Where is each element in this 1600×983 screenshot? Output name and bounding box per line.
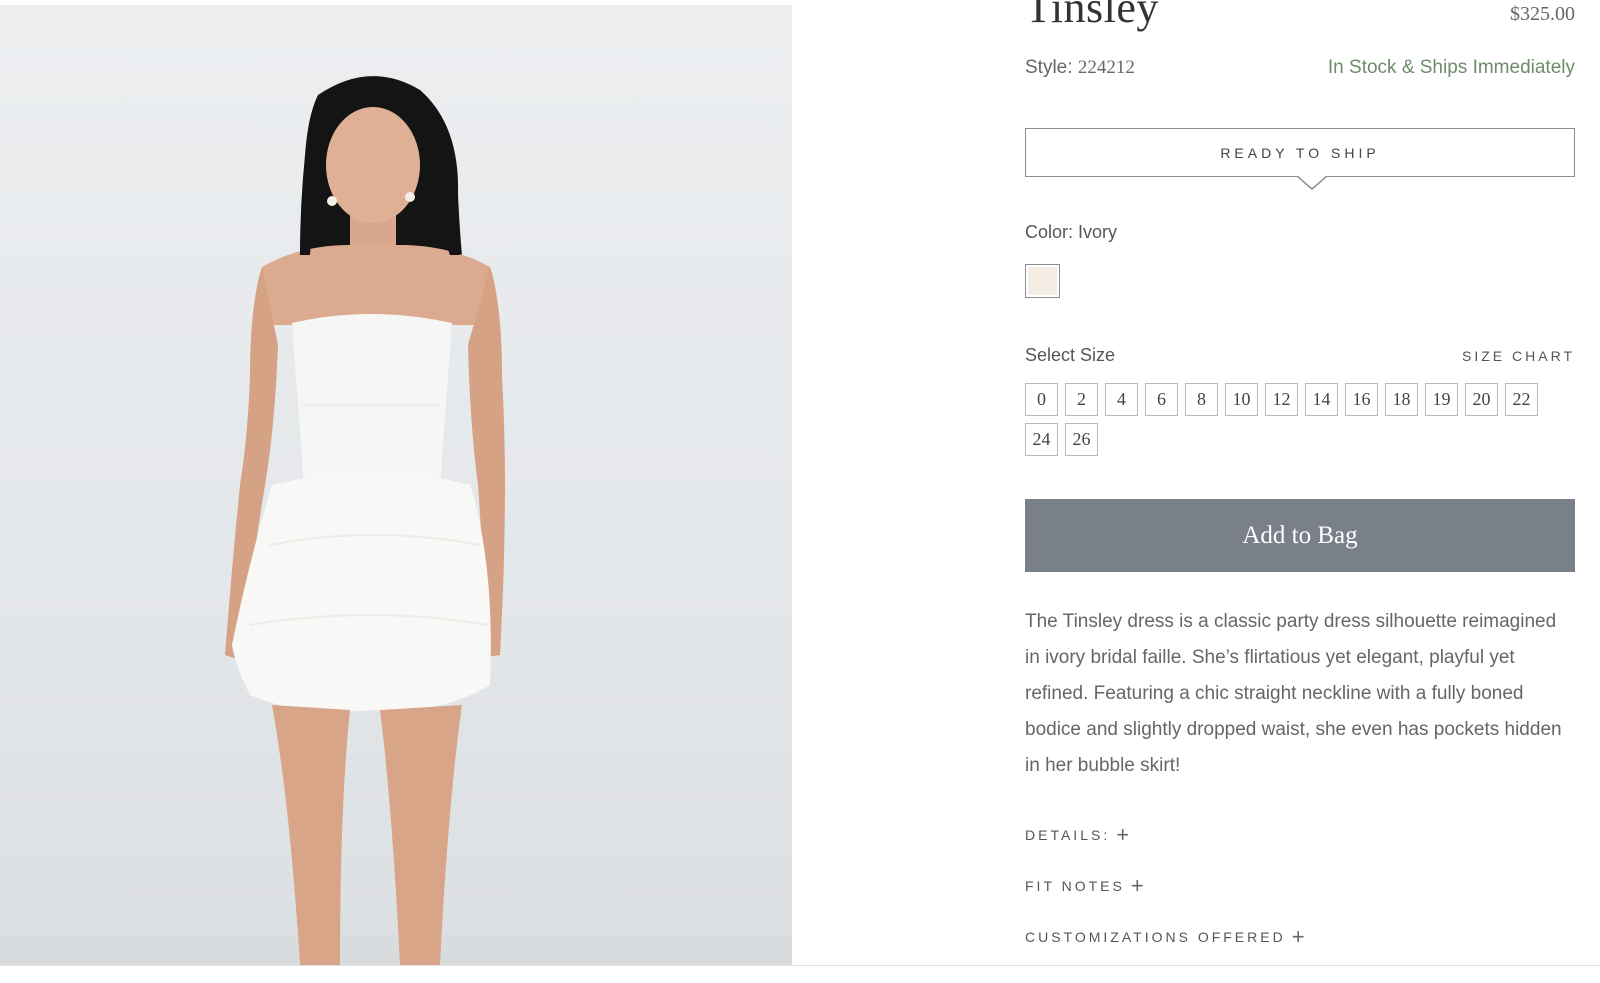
customizations-accordion[interactable]: CUSTOMIZATIONS OFFERED + — [1025, 924, 1305, 949]
size-option-10[interactable]: 10 — [1225, 383, 1258, 416]
select-size-label: Select Size — [1025, 345, 1116, 365]
product-price: $325.00 — [1510, 3, 1575, 25]
details-accordion[interactable]: DETAILS: + — [1025, 822, 1130, 847]
plus-icon: + — [1130, 873, 1144, 898]
add-to-bag-button[interactable]: Add to Bag — [1025, 499, 1575, 572]
product-photo[interactable] — [0, 5, 792, 965]
size-option-12[interactable]: 12 — [1265, 383, 1298, 416]
stock-status: In Stock & Ships Immediately — [1327, 57, 1575, 78]
customizations-label: CUSTOMIZATIONS OFFERED — [1025, 929, 1286, 945]
size-option-14[interactable]: 14 — [1305, 383, 1338, 416]
size-option-24[interactable]: 24 — [1025, 423, 1058, 456]
fit-notes-label: FIT NOTES — [1025, 878, 1125, 894]
details-label: DETAILS: — [1025, 827, 1111, 843]
size-option-20[interactable]: 20 — [1465, 383, 1498, 416]
size-option-2[interactable]: 2 — [1065, 383, 1098, 416]
plus-icon: + — [1116, 822, 1130, 847]
model-in-dress-illustration — [0, 76, 792, 965]
product-page: Tinsley $325.00 Style: 224212 In Stock &… — [0, 0, 1600, 983]
size-option-0[interactable]: 0 — [1025, 383, 1058, 416]
size-option-8[interactable]: 8 — [1185, 383, 1218, 416]
ready-to-ship-label: READY TO SHIP — [1220, 144, 1380, 161]
size-option-16[interactable]: 16 — [1345, 383, 1378, 416]
ready-to-ship-tab[interactable]: READY TO SHIP — [1025, 128, 1575, 177]
style-number: Style: 224212 — [1025, 57, 1135, 79]
product-description: The Tinsley dress is a classic party dre… — [1025, 611, 1562, 776]
fit-notes-accordion[interactable]: FIT NOTES + — [1025, 873, 1144, 898]
size-option-22[interactable]: 22 — [1505, 383, 1538, 416]
product-info-panel: Tinsley $325.00 Style: 224212 In Stock &… — [1025, 0, 1575, 965]
bottom-divider — [0, 965, 1600, 966]
size-option-18[interactable]: 18 — [1385, 383, 1418, 416]
product-title: Tinsley — [1025, 0, 1159, 32]
size-chart-link[interactable]: SIZE CHART — [1462, 348, 1575, 364]
plus-icon: + — [1291, 924, 1305, 949]
size-option-6[interactable]: 6 — [1145, 383, 1178, 416]
style-label: Style: — [1025, 57, 1073, 78]
size-option-26[interactable]: 26 — [1065, 423, 1098, 456]
color-swatch-ivory[interactable] — [1025, 264, 1060, 298]
size-options: 0 2 4 6 8 10 12 14 16 18 19 20 22 24 26 — [1025, 383, 1555, 456]
size-option-19[interactable]: 19 — [1425, 383, 1458, 416]
color-label: Color: Ivory — [1025, 222, 1118, 242]
size-option-4[interactable]: 4 — [1105, 383, 1138, 416]
style-number-value: 224212 — [1077, 57, 1135, 78]
swatch-fill — [1028, 267, 1057, 295]
